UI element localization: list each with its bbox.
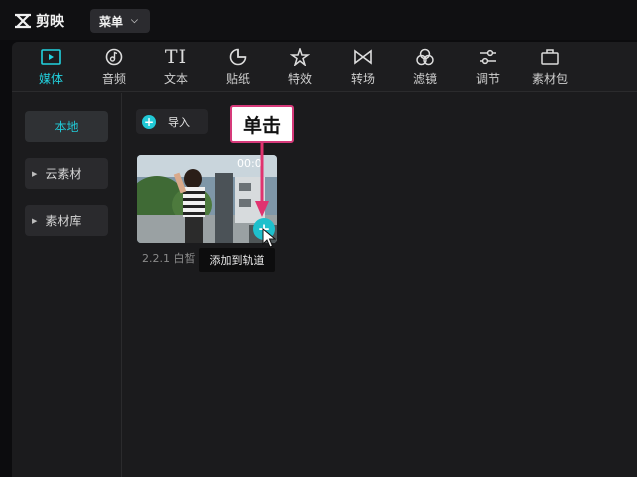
package-icon [538, 46, 562, 68]
sidebar-item-label: 素材库 [45, 214, 82, 228]
caret-right-icon: ▶ [32, 169, 38, 178]
plus-icon: + [142, 114, 156, 129]
media-icon [39, 46, 63, 68]
media-sidebar: 本地 ▶ 云素材 ▶ 素材库 [12, 93, 122, 477]
tab-sticker[interactable]: 贴纸 [211, 46, 265, 90]
media-panel: 媒体 音频 TI 文本 贴纸 特效 转场 滤镜 调节 素材包 本地 ▶ 云素材 … [12, 42, 637, 477]
clip-name: 2.2.1 白皙 [142, 252, 196, 265]
tab-transition-label: 转场 [350, 72, 375, 86]
annotation-text: 单击 [242, 114, 281, 137]
text-icon: TI [164, 46, 188, 68]
sidebar-item-local[interactable]: 本地 [25, 111, 108, 142]
effects-icon [288, 46, 312, 68]
mouse-cursor-icon [262, 228, 276, 248]
caret-right-icon: ▶ [32, 216, 38, 225]
sidebar-item-label: 本地 [54, 120, 79, 134]
adjust-icon [476, 46, 500, 68]
title-bar: 剪映 菜单 ⌵ [0, 0, 637, 40]
tab-filter[interactable]: 滤镜 [398, 46, 452, 90]
tab-text[interactable]: TI 文本 [149, 46, 203, 90]
category-toolbar: 媒体 音频 TI 文本 贴纸 特效 转场 滤镜 调节 素材包 [12, 42, 637, 92]
annotation-arrow-icon [255, 143, 269, 217]
tab-effects[interactable]: 特效 [273, 46, 327, 90]
sidebar-item-cloud[interactable]: ▶ 云素材 [25, 158, 108, 189]
menu-button[interactable]: 菜单 ⌵ [90, 9, 150, 33]
tab-sticker-label: 贴纸 [225, 72, 250, 86]
sticker-icon [226, 46, 250, 68]
tab-effects-label: 特效 [287, 72, 312, 86]
tab-media-label: 媒体 [38, 72, 63, 86]
tab-audio[interactable]: 音频 [87, 46, 141, 90]
annotation-callout: 单击 [230, 105, 294, 143]
chevron-down-icon: ⌵ [131, 16, 138, 26]
filter-icon [413, 46, 437, 68]
app-logo: 剪映 [14, 11, 64, 31]
sidebar-item-label: 云素材 [45, 167, 82, 181]
import-label: 导入 [168, 115, 190, 129]
tab-adjust[interactable]: 调节 [461, 46, 515, 90]
import-button[interactable]: + 导入 [136, 109, 208, 134]
tab-package[interactable]: 素材包 [523, 46, 577, 90]
tab-package-label: 素材包 [531, 72, 568, 86]
tab-audio-label: 音频 [101, 72, 126, 86]
capcut-logo-icon [15, 13, 31, 29]
transition-icon [351, 46, 375, 68]
add-to-track-tooltip: 添加到轨道 [199, 248, 275, 272]
tab-adjust-label: 调节 [475, 72, 500, 86]
tab-transition[interactable]: 转场 [336, 46, 390, 90]
tab-filter-label: 滤镜 [412, 72, 437, 86]
sidebar-item-library[interactable]: ▶ 素材库 [25, 205, 108, 236]
tab-media[interactable]: 媒体 [24, 46, 78, 90]
tab-text-label: 文本 [163, 72, 188, 86]
menu-label: 菜单 [99, 14, 124, 29]
audio-icon [102, 46, 126, 68]
app-name: 剪映 [36, 14, 64, 30]
